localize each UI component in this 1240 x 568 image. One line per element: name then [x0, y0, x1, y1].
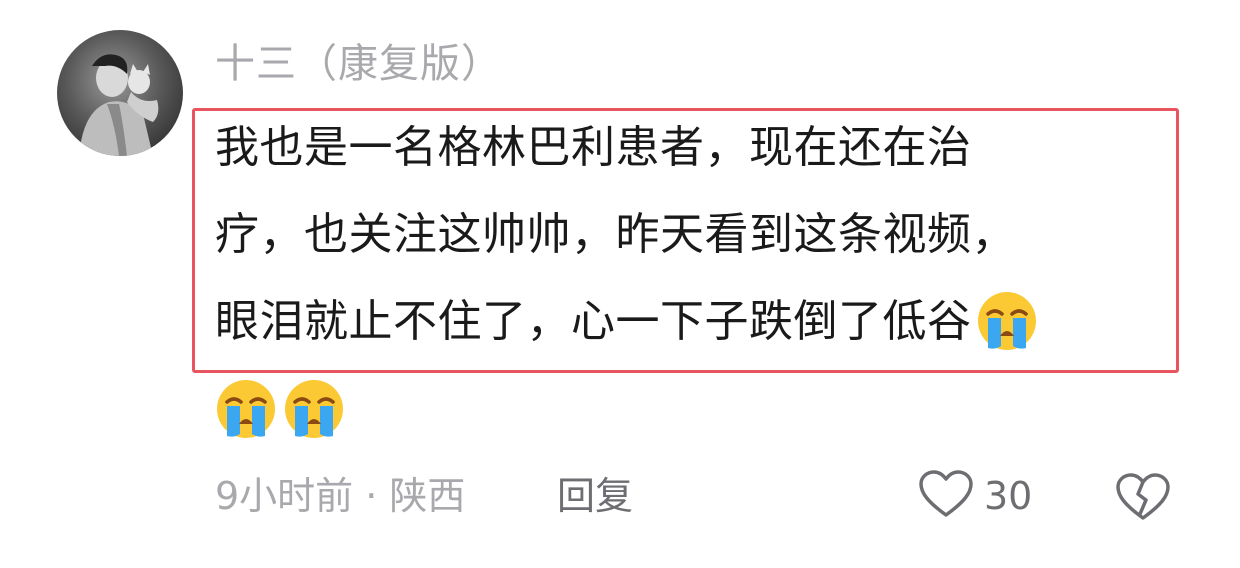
heart-icon [918, 469, 974, 523]
crying-face-icon [215, 378, 277, 440]
username[interactable]: 十三（康复版） [215, 38, 502, 90]
reply-button[interactable]: 回复 [557, 470, 633, 522]
comment-text-line-3: 眼泪就止不住了，心一下子跌倒了低谷 [215, 292, 1038, 352]
comment-text-line-2: 疗，也关注这帅帅，昨天看到这条视频， [215, 209, 1016, 260]
like-button[interactable]: 30 [918, 470, 1032, 522]
like-count: 30 [984, 474, 1033, 518]
comment-text-line-3-text: 眼泪就止不住了，心一下子跌倒了低谷 [215, 296, 972, 347]
comment-text-line-1: 我也是一名格林巴利患者，现在还在治 [215, 122, 972, 173]
broken-heart-icon [1115, 473, 1171, 526]
emoji-row [215, 378, 345, 442]
crying-face-icon [976, 290, 1038, 352]
avatar[interactable] [57, 30, 183, 156]
crying-face-icon [283, 378, 345, 440]
comment-meta: 9小时前 · 陕西 [215, 474, 466, 518]
dislike-button[interactable] [1115, 472, 1171, 522]
